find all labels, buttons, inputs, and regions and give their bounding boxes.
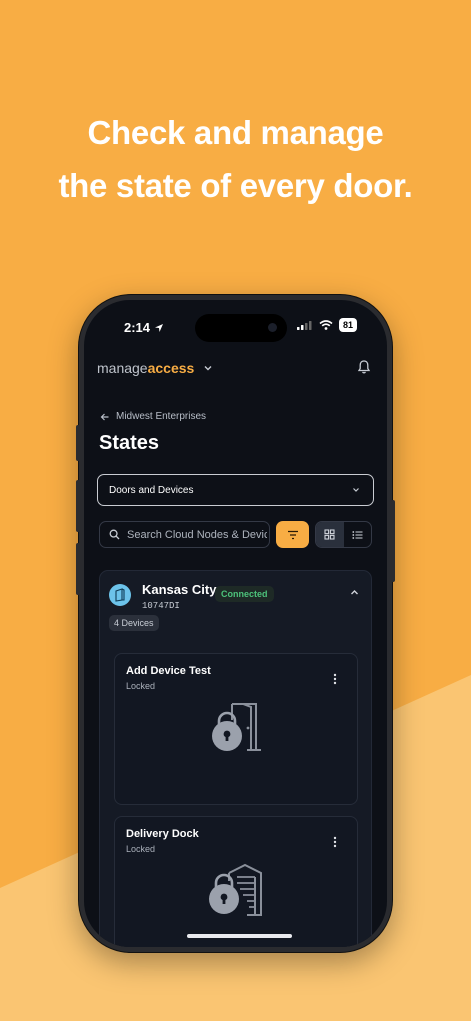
brand-switcher[interactable]: manage access (97, 360, 214, 376)
list-view-button[interactable] (344, 522, 372, 547)
app-screen: 2:14 81 manage access Midwest Enterprise… (84, 300, 387, 947)
dynamic-island (195, 314, 287, 342)
chevron-down-icon (204, 366, 212, 371)
chevron-down-icon (353, 488, 359, 492)
list-icon (352, 530, 363, 539)
view-toggle (315, 521, 372, 548)
page-title: States (99, 432, 160, 454)
status-time: 2:14 (124, 320, 164, 335)
phone-power-button (391, 500, 395, 582)
select-value: Doors and Devices (109, 484, 194, 496)
door-lock-icon (212, 703, 261, 751)
collapse-button[interactable] (349, 585, 360, 603)
device-menu-button[interactable] (333, 672, 337, 690)
garage-lock-icon (209, 863, 262, 916)
arrow-left-icon (100, 413, 109, 420)
breadcrumb-label: Midwest Enterprises (116, 411, 207, 422)
phone-volume-up (76, 480, 80, 532)
cellular-signal-icon (296, 321, 312, 330)
battery-level: 81 (338, 318, 357, 332)
brand-prefix: manage (97, 360, 148, 376)
device-name: Delivery Dock (126, 828, 199, 840)
home-indicator[interactable] (187, 934, 292, 938)
doors-devices-select[interactable]: Doors and Devices (97, 474, 374, 506)
headline-line-2: the state of every door. (58, 167, 413, 204)
phone-side-button (76, 425, 80, 461)
more-vertical-icon (333, 836, 337, 848)
device-state: Locked (126, 844, 156, 854)
grid-icon (324, 529, 335, 540)
status-time-text: 2:14 (124, 320, 151, 335)
site-code: 10747DI (142, 601, 180, 611)
notifications-button[interactable] (356, 359, 372, 380)
device-state: Locked (126, 681, 156, 691)
bell-icon (357, 360, 371, 374)
device-card[interactable]: Add Device Test Locked (114, 653, 358, 805)
more-vertical-icon (333, 673, 337, 685)
site-name: Kansas City (142, 582, 217, 597)
location-arrow-icon (154, 324, 163, 332)
site-card: Kansas City 10747DI Connected 4 Devices … (99, 570, 372, 947)
device-menu-button[interactable] (333, 835, 337, 853)
headline-line-1: Check and manage (87, 114, 384, 151)
filter-icon (287, 530, 298, 539)
status-indicators: 81 (296, 318, 357, 332)
headline: Check and manage the state of every door… (0, 106, 471, 212)
device-card[interactable]: Delivery Dock Locked (114, 816, 358, 947)
brand-accent: access (147, 360, 195, 376)
phone-frame: 2:14 81 manage access Midwest Enterprise… (76, 295, 395, 952)
breadcrumb-back[interactable]: Midwest Enterprises (100, 411, 206, 422)
filter-button[interactable] (276, 521, 309, 548)
grid-view-button[interactable] (316, 522, 344, 547)
phone-volume-down (76, 543, 80, 595)
site-avatar (109, 584, 131, 606)
device-name: Add Device Test (126, 665, 211, 677)
camera-dot (268, 323, 277, 332)
search-field[interactable] (99, 521, 270, 548)
cloud-node-icon (115, 588, 125, 602)
chevron-up-icon (351, 590, 358, 595)
search-input[interactable] (127, 528, 267, 541)
search-icon (109, 529, 120, 540)
status-badge: Connected (215, 586, 274, 602)
wifi-icon (319, 320, 333, 330)
device-count-badge: 4 Devices (109, 615, 159, 631)
